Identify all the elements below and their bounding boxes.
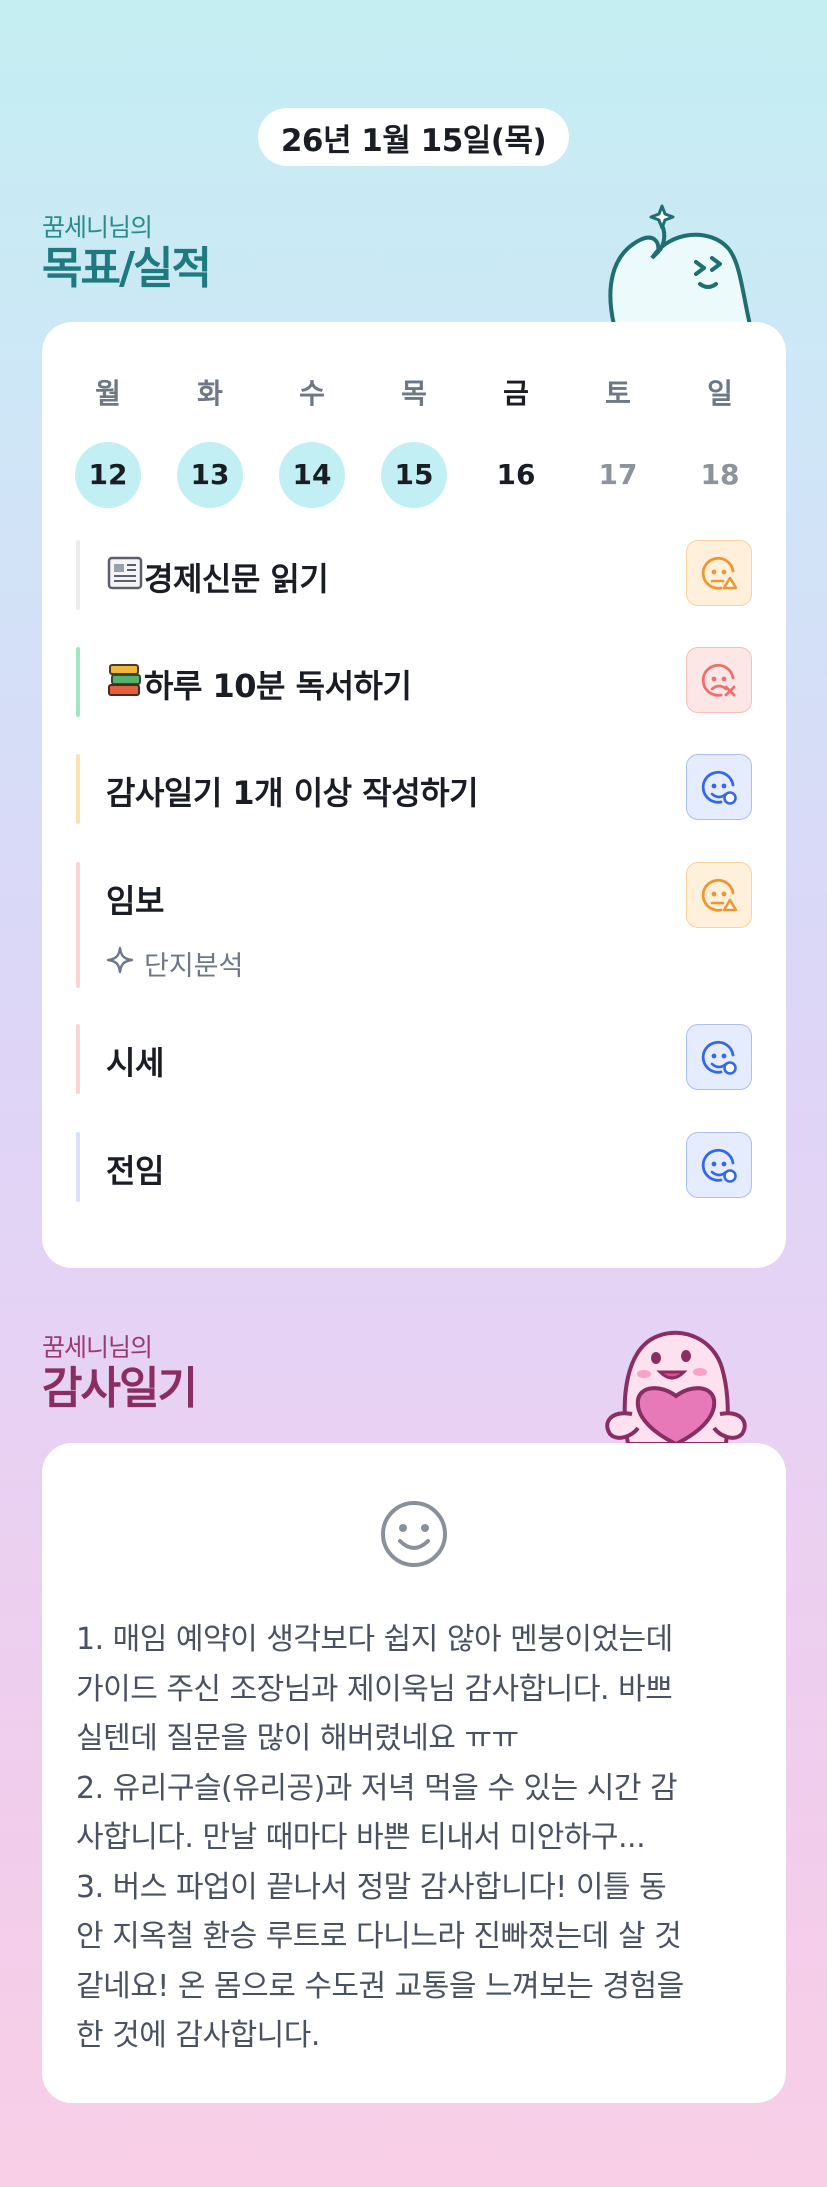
goal-label-text: 하루 10분 독서하기 bbox=[144, 667, 412, 705]
status-success-icon[interactable] bbox=[686, 754, 752, 820]
goal-row[interactable]: 하루 10분 독서하기 bbox=[76, 647, 752, 717]
diary-line: 사합니다. 만날 때마다 바쁜 티내서 미안하구... bbox=[76, 1820, 646, 1855]
books-icon bbox=[106, 662, 144, 706]
diary-line: 안 지옥철 환승 루트로 다니느라 진빠졌는데 살 것 bbox=[76, 1919, 682, 1954]
diary-line: 실텐데 질문을 많이 해버렸네요 ㅠㅠ bbox=[76, 1721, 519, 1756]
goal-label: 시세 bbox=[106, 1038, 164, 1084]
diary-line: 같네요! 온 몸으로 수도권 교통을 느껴보는 경험을 bbox=[76, 1968, 684, 2004]
goal-color-bar bbox=[76, 1024, 80, 1094]
status-partial-icon[interactable] bbox=[686, 540, 752, 606]
diary-line: 가이드 주신 조장님과 제이욱님 감사합니다. 바쁘 bbox=[76, 1671, 673, 1707]
goals-card: 월 12 화 13 수 14 목 15 금 16 토 17 일 18 경제신문 읽기 하루 10분 독서하… bbox=[42, 322, 786, 1268]
goal-label-text: 감사일기 1개 이상 작성하기 bbox=[106, 774, 479, 812]
goal-color-bar bbox=[76, 1132, 80, 1202]
goal-color-bar bbox=[76, 540, 80, 610]
goal-label-text: 임보 bbox=[106, 882, 164, 920]
diary-section-title: 감사일기 bbox=[42, 1363, 198, 1414]
day-number: 18 bbox=[700, 458, 740, 491]
day-18[interactable]: 일 18 bbox=[687, 374, 753, 508]
goal-sub-item-label: 단지분석 bbox=[144, 951, 244, 982]
goal-label: 전임 bbox=[106, 1146, 164, 1192]
sparkle-icon bbox=[106, 946, 134, 981]
goal-color-bar bbox=[76, 754, 80, 824]
date-pill[interactable]: 26년 1월 15일(목) bbox=[258, 108, 569, 166]
weekday-label: 토 bbox=[605, 377, 631, 410]
weekday-label: 월 bbox=[95, 377, 121, 410]
day-13[interactable]: 화 13 bbox=[177, 374, 243, 508]
goal-sub-item[interactable]: 단지분석 bbox=[106, 944, 243, 983]
day-14[interactable]: 수 14 bbox=[279, 374, 345, 508]
day-17[interactable]: 토 17 bbox=[585, 374, 651, 508]
goal-label: 하루 10분 독서하기 bbox=[106, 661, 412, 707]
diary-line: 한 것에 감사합니다. bbox=[76, 2018, 320, 2053]
weekday-label: 수 bbox=[299, 377, 325, 410]
goal-row[interactable]: 시세 bbox=[76, 1024, 752, 1094]
goal-label-text: 전임 bbox=[106, 1152, 164, 1190]
goal-label: 감사일기 1개 이상 작성하기 bbox=[106, 768, 479, 814]
mascot-heart-illustration bbox=[605, 1330, 747, 1444]
day-number: 16 bbox=[496, 458, 536, 491]
day-number: 14 bbox=[279, 442, 345, 508]
goal-label: 경제신문 읽기 bbox=[106, 554, 329, 600]
goal-label: 임보 bbox=[106, 876, 164, 922]
diary-line: 1. 매임 예약이 생각보다 쉽지 않아 멘붕이었는데 bbox=[76, 1622, 673, 1657]
goal-color-bar bbox=[76, 862, 80, 988]
day-number: 13 bbox=[177, 442, 243, 508]
goal-row[interactable]: 감사일기 1개 이상 작성하기 bbox=[76, 754, 752, 824]
day-16[interactable]: 금 16 bbox=[483, 374, 549, 508]
diary-line: 3. 버스 파업이 끝나서 정말 감사합니다! 이틀 동 bbox=[76, 1869, 667, 1905]
goal-row[interactable]: 임보단지분석 bbox=[76, 862, 752, 988]
goal-row[interactable]: 전임 bbox=[76, 1132, 752, 1202]
weekday-label: 화 bbox=[197, 377, 223, 410]
diary-text: 1. 매임 예약이 생각보다 쉽지 않아 멘붕이었는데가이드 주신 조장님과 제… bbox=[76, 1615, 756, 2061]
weekday-label: 금 bbox=[503, 377, 529, 410]
day-number: 15 bbox=[381, 442, 447, 508]
newspaper-icon bbox=[106, 555, 144, 599]
weekday-label: 목 bbox=[401, 377, 427, 410]
goal-color-bar bbox=[76, 647, 80, 717]
status-partial-icon[interactable] bbox=[686, 862, 752, 928]
status-success-icon[interactable] bbox=[686, 1132, 752, 1198]
goal-row[interactable]: 경제신문 읽기 bbox=[76, 540, 752, 610]
mascot-ghost-illustration bbox=[608, 204, 753, 325]
goal-label-text: 경제신문 읽기 bbox=[144, 560, 329, 598]
day-number: 17 bbox=[598, 458, 638, 491]
goals-section-title: 목표/실적 bbox=[42, 243, 212, 294]
goal-label-text: 시세 bbox=[106, 1044, 164, 1082]
day-number: 12 bbox=[75, 442, 141, 508]
status-fail-icon[interactable] bbox=[686, 647, 752, 713]
diary-card: 1. 매임 예약이 생각보다 쉽지 않아 멘붕이었는데가이드 주신 조장님과 제… bbox=[42, 1443, 786, 2103]
day-15[interactable]: 목 15 bbox=[381, 374, 447, 508]
weekday-label: 일 bbox=[707, 377, 733, 410]
day-12[interactable]: 월 12 bbox=[75, 374, 141, 508]
diary-line: 2. 유리구슬(유리공)과 저녁 먹을 수 있는 시간 감 bbox=[76, 1770, 678, 1806]
status-success-icon[interactable] bbox=[686, 1024, 752, 1090]
smile-face-icon[interactable] bbox=[379, 1499, 449, 1569]
